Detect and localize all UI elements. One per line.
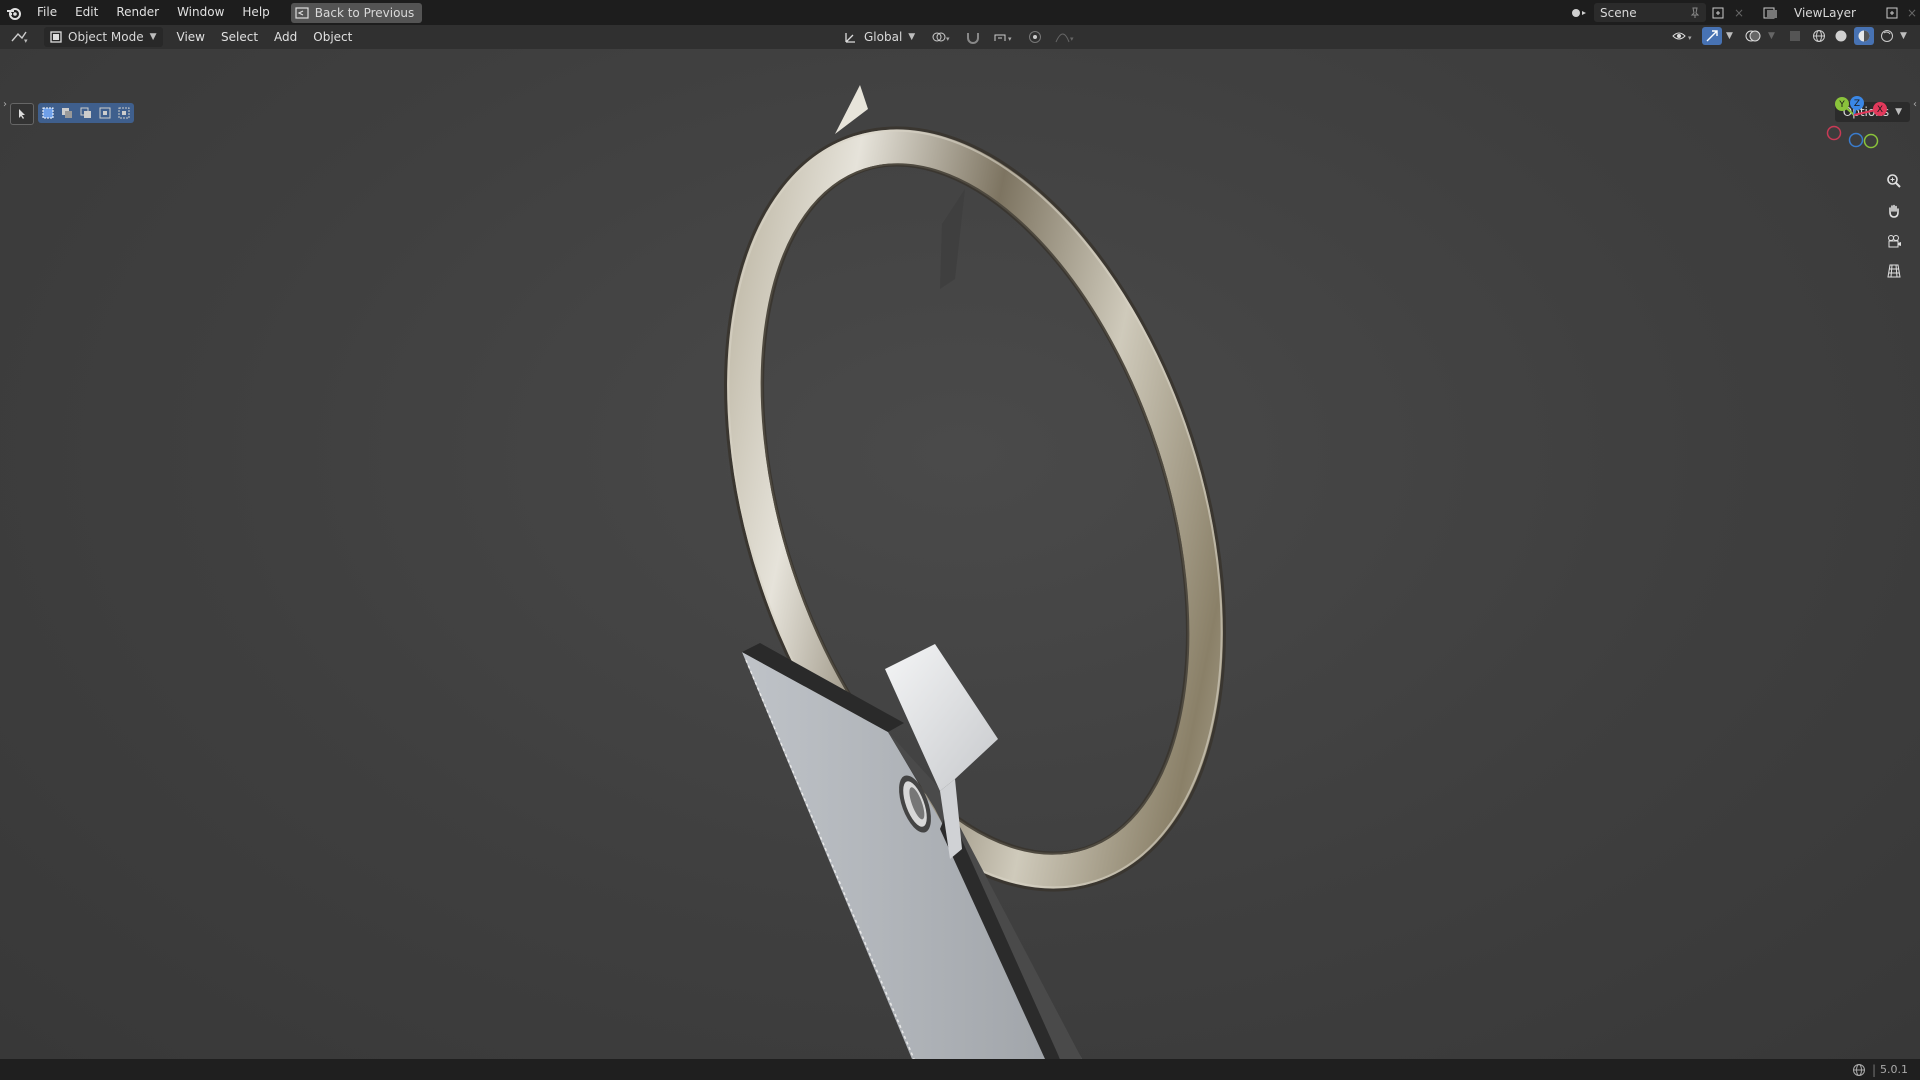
snap-icon[interactable] <box>963 30 983 44</box>
orientation-label: Global <box>864 30 903 44</box>
menu-file[interactable]: File <box>28 0 66 25</box>
xray-toggle-icon[interactable] <box>1784 29 1806 43</box>
transform-orientation-icon <box>844 30 858 44</box>
zoom-icon <box>1886 173 1902 189</box>
svg-text:▾: ▾ <box>24 37 28 44</box>
svg-text:▾: ▾ <box>1008 35 1012 43</box>
pan-button[interactable] <box>1882 199 1906 223</box>
tool-header <box>10 103 134 125</box>
status-bar: | 5.0.1 <box>0 1059 1920 1080</box>
viewport-display-controls: ▾ ▼ ▼ ▼ <box>1668 27 1920 45</box>
solid-shading-icon[interactable] <box>1832 29 1850 43</box>
gizmo-toggle-icon[interactable] <box>1702 27 1722 45</box>
scene-icon[interactable] <box>1564 6 1594 20</box>
transform-controls: Global ▼ ▾ ▾ ▾ <box>838 27 1079 47</box>
pin-icon[interactable] <box>1690 7 1700 19</box>
cursor-select-icon <box>16 108 28 120</box>
menu-edit[interactable]: Edit <box>66 0 107 25</box>
menu-object[interactable]: Object <box>305 27 360 47</box>
menu-add[interactable]: Add <box>266 27 305 47</box>
orthographic-grid-icon <box>1886 263 1902 279</box>
scene-field[interactable]: Scene <box>1594 3 1706 22</box>
camera-view-button[interactable] <box>1882 229 1906 253</box>
pan-hand-icon <box>1886 203 1902 219</box>
mode-label: Object Mode <box>68 30 144 44</box>
wireframe-shading-icon[interactable] <box>1810 29 1828 43</box>
select-extend-icon <box>61 107 73 119</box>
orientation-dropdown[interactable]: Global ▼ <box>838 27 921 47</box>
workspace-right: Scene × ViewLayer × <box>1564 0 1920 25</box>
orthographic-toggle-button[interactable] <box>1882 259 1906 283</box>
chevron-down-icon: ▼ <box>149 32 157 42</box>
top-bar: File Edit Render Window Help Back to Pre… <box>0 0 1920 25</box>
status-separator: | <box>1871 1062 1876 1077</box>
overlays-dropdown-icon[interactable]: ▼ <box>1768 31 1780 41</box>
svg-text:▾: ▾ <box>946 35 950 43</box>
box-select-new-button[interactable] <box>38 103 134 123</box>
close-view-layer-icon[interactable]: × <box>1904 6 1920 20</box>
select-new-icon <box>42 107 54 119</box>
menu-window[interactable]: Window <box>168 0 233 25</box>
svg-text:▾: ▾ <box>1070 35 1074 43</box>
gizmo-dropdown-icon[interactable]: ▼ <box>1726 31 1738 41</box>
globe-icon <box>1852 1063 1866 1077</box>
key-ring <box>724 85 1226 892</box>
material-preview-shading-icon[interactable] <box>1854 27 1874 45</box>
menu-select[interactable]: Select <box>213 27 266 47</box>
scene-name: Scene <box>1600 5 1637 20</box>
view-layer-name: ViewLayer <box>1794 5 1856 20</box>
gizmo-y-label: Y <box>1838 100 1845 110</box>
select-tool-button[interactable] <box>10 103 34 125</box>
shading-dropdown-icon[interactable]: ▼ <box>1900 31 1912 41</box>
new-view-layer-icon[interactable] <box>1880 7 1904 19</box>
menu-view[interactable]: View <box>169 27 213 47</box>
navigation-gizmo[interactable]: Y Z X <box>1816 93 1906 163</box>
gizmo-x-label: X <box>1877 105 1883 115</box>
camera-icon <box>1886 233 1902 249</box>
menu-render[interactable]: Render <box>107 0 168 25</box>
select-intersect-icon <box>118 107 130 119</box>
snap-target-icon[interactable]: ▾ <box>991 30 1017 44</box>
close-scene-icon[interactable]: × <box>1730 6 1748 20</box>
editor-type-icon[interactable]: ▾ <box>0 30 40 44</box>
visibility-selectability-icon[interactable]: ▾ <box>1668 29 1698 43</box>
pivot-point-icon[interactable]: ▾ <box>929 30 955 44</box>
rendered-shading-icon[interactable] <box>1878 29 1896 43</box>
overlays-toggle-icon[interactable] <box>1742 29 1764 43</box>
select-invert-icon <box>99 107 111 119</box>
back-to-previous-button[interactable]: Back to Previous <box>290 2 423 23</box>
toolbar-expand-icon[interactable]: › <box>0 99 10 110</box>
sidebar-expand-icon[interactable]: ‹ <box>1910 99 1920 110</box>
view-layer-icon[interactable] <box>1754 7 1788 19</box>
mode-dropdown[interactable]: Object Mode ▼ <box>44 27 163 47</box>
menu-help[interactable]: Help <box>233 0 278 25</box>
falloff-icon[interactable]: ▾ <box>1053 30 1079 44</box>
blender-icon[interactable] <box>0 0 28 25</box>
chevron-down-icon: ▼ <box>908 32 916 42</box>
svg-text:▾: ▾ <box>1688 34 1692 42</box>
zoom-button[interactable] <box>1882 169 1906 193</box>
new-scene-icon[interactable] <box>1706 7 1730 19</box>
scene-render <box>724 85 1226 1059</box>
object-mode-icon <box>50 31 62 43</box>
gizmo-z-label: Z <box>1854 99 1860 109</box>
select-subtract-icon <box>80 107 92 119</box>
back-to-previous-icon <box>295 6 309 19</box>
viewport-header: ▾ Object Mode ▼ View Select Add Object G… <box>0 25 1920 49</box>
3d-viewport[interactable]: Options ▼ › ‹ Y Z X <box>0 49 1920 1059</box>
back-to-previous-label: Back to Previous <box>314 5 415 20</box>
view-layer-field[interactable]: ViewLayer <box>1788 3 1880 22</box>
proportional-editing-icon[interactable] <box>1025 30 1045 44</box>
blender-version: 5.0.1 <box>1880 1063 1908 1076</box>
